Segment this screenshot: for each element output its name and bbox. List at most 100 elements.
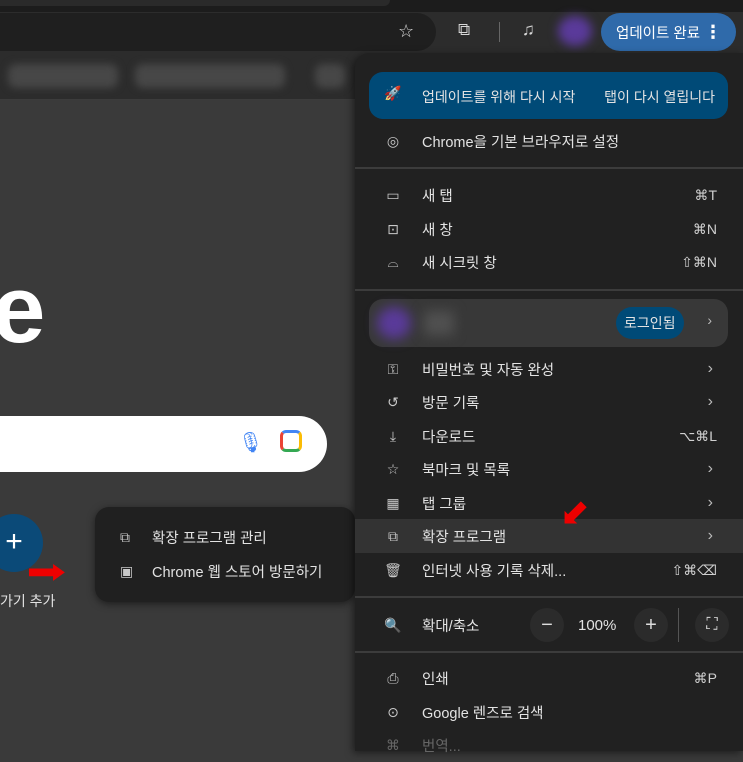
profile-item[interactable]: 로그인됨 ›	[369, 299, 728, 347]
chevron-right-icon: ›	[707, 393, 713, 410]
menu-passwords-autofill[interactable]: ⚿ 비밀번호 및 자동 완성 ›	[355, 352, 743, 386]
menu-new-incognito-window[interactable]: ⌓ 새 시크릿 창 ⇧⌘N	[355, 245, 743, 279]
history-icon: ↺	[387, 393, 399, 410]
zoom-in-button[interactable]: +	[634, 608, 668, 642]
extensions-submenu: ⧉ 확장 프로그램 관리 ▣ Chrome 웹 스토어 방문하기	[95, 507, 355, 602]
incognito-icon: ⌓	[387, 253, 399, 270]
microphone-icon[interactable]: 🎙	[238, 430, 263, 455]
zoom-icon: 🔍	[384, 616, 402, 633]
restart-note: 탭이 다시 열립니다	[604, 89, 715, 105]
chevron-right-icon: ›	[707, 494, 713, 511]
restart-label: 업데이트를 위해 다시 시작	[422, 89, 576, 105]
bookmark-item-blurred[interactable]	[315, 64, 345, 88]
menu-bookmarks-lists[interactable]: ☆ 북마크 및 목록 ›	[355, 452, 743, 486]
menu-label: Google 렌즈로 검색	[422, 705, 544, 722]
new-tab-icon: ▭	[386, 186, 400, 203]
menu-separator	[355, 651, 743, 653]
chevron-right-icon: ›	[707, 527, 713, 544]
menu-label: 방문 기록	[422, 395, 480, 412]
menu-google-lens[interactable]: ⊙ Google 렌즈로 검색	[355, 695, 743, 729]
update-complete-button[interactable]: 업데이트 완료 ⋮	[601, 13, 736, 51]
menu-label: 새 창	[422, 222, 453, 239]
web-store-icon: ▣	[120, 562, 134, 579]
tab-strip	[0, 0, 390, 6]
menu-set-default-browser[interactable]: ◎ Chrome을 기본 브라우저로 설정	[355, 124, 743, 158]
google-logo: e	[0, 256, 46, 363]
submenu-visit-web-store[interactable]: ▣ Chrome 웹 스토어 방문하기	[95, 555, 355, 587]
chrome-icon: ◎	[386, 132, 400, 149]
fullscreen-button[interactable]: ⛶	[695, 608, 729, 642]
trash-icon: 🗑	[384, 561, 402, 578]
menu-shortcut: ⌘N	[692, 220, 717, 237]
toolbar-divider	[499, 22, 500, 42]
menu-separator	[355, 167, 743, 169]
menu-separator	[355, 289, 743, 291]
menu-label: 확장 프로그램	[422, 529, 507, 546]
chevron-right-icon: ›	[707, 360, 713, 377]
menu-shortcut: ⇧⌘N	[681, 253, 717, 270]
tab-groups-icon: ▦	[386, 494, 400, 511]
menu-clear-browsing-data[interactable]: 🗑 인터넷 사용 기록 삭제... ⇧⌘⌫	[355, 553, 743, 587]
search-box[interactable]: 🎙	[0, 416, 327, 472]
menu-label: 다운로드	[422, 429, 476, 446]
update-button-label: 업데이트 완료	[616, 25, 701, 42]
menu-new-tab[interactable]: ▭ 새 탭 ⌘T	[355, 178, 743, 212]
rocket-icon: 🚀	[384, 85, 402, 101]
submenu-item-label: 확장 프로그램 관리	[152, 530, 267, 547]
menu-extensions[interactable]: ⧉ 확장 프로그램 ›	[355, 519, 743, 553]
profile-name-blurred	[424, 311, 454, 335]
star-icon: ☆	[386, 460, 400, 477]
restart-to-update-item[interactable]: 🚀 업데이트를 위해 다시 시작 탭이 다시 열립니다	[369, 72, 728, 119]
menu-print[interactable]: ⎙ 인쇄 ⌘P	[355, 661, 743, 695]
bookmark-star-icon[interactable]: ☆	[398, 21, 414, 42]
menu-separator	[355, 596, 743, 598]
menu-label: 탭 그룹	[422, 496, 467, 513]
zoom-out-button[interactable]: −	[530, 608, 564, 642]
menu-label: 인쇄	[422, 671, 449, 688]
menu-shortcut: ⇧⌘⌫	[671, 561, 717, 578]
address-bar[interactable]	[0, 13, 436, 51]
more-menu-icon[interactable]: ⋮	[704, 22, 722, 43]
chevron-right-icon: ›	[707, 460, 713, 477]
submenu-item-label: Chrome 웹 스토어 방문하기	[152, 564, 323, 581]
download-icon: ⤓	[389, 427, 397, 444]
zoom-level: 100%	[578, 617, 617, 634]
submenu-manage-extensions[interactable]: ⧉ 확장 프로그램 관리	[95, 521, 355, 553]
menu-translate[interactable]: ⌘ 번역...	[355, 728, 743, 762]
add-shortcut-label: 가기 추가	[0, 593, 56, 609]
media-control-icon[interactable]: ♫	[522, 20, 535, 40]
key-icon: ⚿	[387, 360, 399, 377]
zoom-divider	[678, 608, 679, 642]
signed-in-badge: 로그인됨	[616, 307, 684, 339]
lens-icon: ⊙	[387, 703, 399, 720]
profile-avatar-blurred	[377, 307, 411, 339]
menu-shortcut: ⌘P	[693, 669, 717, 686]
puzzle-icon: ⧉	[120, 528, 130, 545]
bookmark-item-blurred[interactable]	[135, 64, 285, 88]
menu-shortcut: ⌘T	[694, 186, 717, 203]
bookmark-item-blurred[interactable]	[8, 64, 118, 88]
menu-label: 새 시크릿 창	[422, 255, 497, 272]
menu-label: 북마크 및 목록	[422, 462, 511, 479]
chevron-right-icon: ›	[707, 312, 712, 328]
menu-label: 인터넷 사용 기록 삭제...	[422, 563, 567, 580]
extensions-puzzle-icon[interactable]: ⧉	[458, 20, 470, 40]
puzzle-icon: ⧉	[388, 527, 398, 544]
menu-label: 새 탭	[422, 188, 453, 205]
menu-label: Chrome을 기본 브라우저로 설정	[422, 134, 620, 151]
annotation-arrow-right: ➡	[26, 553, 67, 591]
menu-label: 번역...	[422, 738, 461, 755]
printer-icon: ⎙	[387, 669, 399, 686]
menu-shortcut: ⌥⌘L	[679, 427, 717, 444]
menu-label: 비밀번호 및 자동 완성	[422, 362, 555, 379]
chrome-main-menu: 🚀 업데이트를 위해 다시 시작 탭이 다시 열립니다 ◎ Chrome을 기본…	[355, 53, 743, 755]
profile-avatar[interactable]	[558, 16, 592, 46]
menu-tab-groups[interactable]: ▦ 탭 그룹 ›	[355, 486, 743, 520]
menu-new-window[interactable]: ⊡ 새 창 ⌘N	[355, 212, 743, 246]
menu-history[interactable]: ↺ 방문 기록 ›	[355, 385, 743, 419]
google-lens-icon[interactable]	[280, 430, 302, 452]
new-window-icon: ⊡	[387, 220, 399, 237]
menu-label: 확대/축소	[422, 618, 480, 635]
menu-zoom: 🔍 확대/축소 − 100% + ⛶	[355, 607, 743, 643]
menu-downloads[interactable]: ⤓ 다운로드 ⌥⌘L	[355, 419, 743, 453]
